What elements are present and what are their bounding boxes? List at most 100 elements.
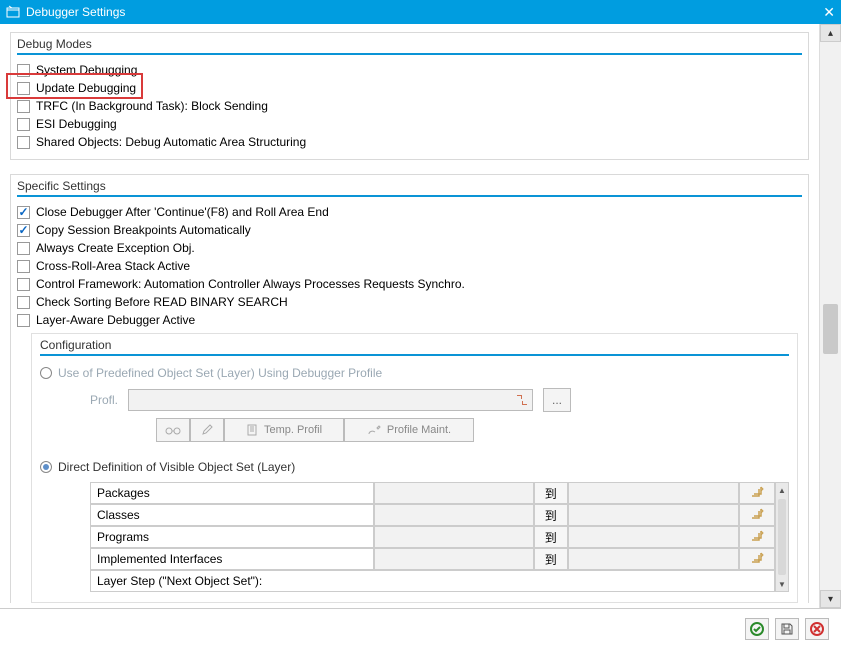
checkbox-label: System Debugging xyxy=(36,63,137,77)
checkbox-label: Shared Objects: Debug Automatic Area Str… xyxy=(36,135,306,149)
checkbox[interactable] xyxy=(17,260,30,273)
copy-breakpoints-row[interactable]: Copy Session Breakpoints Automatically xyxy=(17,221,802,239)
scroll-down-icon[interactable]: ▼ xyxy=(776,577,788,591)
outer-scrollbar[interactable]: ▴ ▾ xyxy=(819,24,841,608)
debug-modes-title: Debug Modes xyxy=(17,35,802,55)
cancel-button[interactable] xyxy=(805,618,829,640)
titlebar: Debugger Settings ✕ xyxy=(0,0,841,24)
to-label: 到 xyxy=(534,548,568,570)
checkbox-label: Always Create Exception Obj. xyxy=(36,241,195,255)
radio[interactable] xyxy=(40,367,52,379)
from-field[interactable] xyxy=(374,504,533,526)
row-label: Programs xyxy=(90,526,374,548)
profl-row: Profl. ... xyxy=(40,384,789,418)
scroll-up-icon[interactable]: ▴ xyxy=(820,24,841,42)
table-row: Packages 到 xyxy=(90,482,775,504)
temp-profil-button[interactable]: Temp. Profil xyxy=(224,418,344,442)
inner-scrollbar[interactable]: ▲ ▼ xyxy=(775,482,789,592)
scroll-thumb[interactable] xyxy=(778,499,786,575)
row-label: Layer Step ("Next Object Set"): xyxy=(90,570,775,592)
checkbox-label: Control Framework: Automation Controller… xyxy=(36,277,465,291)
to-field[interactable] xyxy=(568,482,739,504)
checkbox[interactable] xyxy=(17,314,30,327)
config-title: Configuration xyxy=(40,336,789,356)
to-label: 到 xyxy=(534,526,568,548)
checkbox[interactable] xyxy=(17,296,30,309)
trfc-row[interactable]: TRFC (In Background Task): Block Sending xyxy=(17,97,802,115)
multi-select-button[interactable] xyxy=(739,504,775,526)
from-field[interactable] xyxy=(374,482,533,504)
always-exception-row[interactable]: Always Create Exception Obj. xyxy=(17,239,802,257)
footer xyxy=(0,608,841,648)
close-debugger-row[interactable]: Close Debugger After 'Continue'(F8) and … xyxy=(17,203,802,221)
glasses-button[interactable] xyxy=(156,418,190,442)
checkbox[interactable] xyxy=(17,100,30,113)
scroll-thumb[interactable] xyxy=(823,304,838,354)
close-icon[interactable]: ✕ xyxy=(823,4,835,21)
checkbox[interactable] xyxy=(17,118,30,131)
direct-radio-row[interactable]: Direct Definition of Visible Object Set … xyxy=(40,456,789,478)
layer-table: Packages 到 Classes 到 Programs xyxy=(90,482,775,592)
control-framework-row[interactable]: Control Framework: Automation Controller… xyxy=(17,275,802,293)
configuration-panel: Configuration Use of Predefined Object S… xyxy=(31,333,798,603)
table-row: Classes 到 xyxy=(90,504,775,526)
checkbox-label: TRFC (In Background Task): Block Sending xyxy=(36,99,268,113)
checkbox-label: Close Debugger After 'Continue'(F8) and … xyxy=(36,205,329,219)
profl-buttons: Temp. Profil Profile Maint. xyxy=(40,418,789,442)
row-label: Implemented Interfaces xyxy=(90,548,374,570)
multi-select-button[interactable] xyxy=(739,526,775,548)
more-button[interactable]: ... xyxy=(543,388,571,412)
profl-input[interactable] xyxy=(128,389,533,411)
scroll-up-icon[interactable]: ▲ xyxy=(776,483,788,497)
checkbox[interactable] xyxy=(17,278,30,291)
to-field[interactable] xyxy=(568,504,739,526)
window-icon xyxy=(6,5,20,19)
radio-label: Use of Predefined Object Set (Layer) Usi… xyxy=(58,366,382,380)
row-label: Packages xyxy=(90,482,374,504)
window-title: Debugger Settings xyxy=(26,5,125,19)
save-button[interactable] xyxy=(775,618,799,640)
checkbox[interactable] xyxy=(17,64,30,77)
checkbox-label: Layer-Aware Debugger Active xyxy=(36,313,195,327)
checkbox[interactable] xyxy=(17,82,30,95)
layer-table-wrap: Packages 到 Classes 到 Programs xyxy=(40,482,789,592)
row-label: Classes xyxy=(90,504,374,526)
esi-debugging-row[interactable]: ESI Debugging xyxy=(17,115,802,133)
checkbox-label: ESI Debugging xyxy=(36,117,117,131)
cross-roll-row[interactable]: Cross-Roll-Area Stack Active xyxy=(17,257,802,275)
radio-label: Direct Definition of Visible Object Set … xyxy=(58,460,295,474)
checkbox[interactable] xyxy=(17,242,30,255)
pencil-button[interactable] xyxy=(190,418,224,442)
checkbox-label: Check Sorting Before READ BINARY SEARCH xyxy=(36,295,288,309)
system-debugging-row[interactable]: System Debugging xyxy=(17,61,802,79)
to-label: 到 xyxy=(534,482,568,504)
specific-settings-panel: Specific Settings Close Debugger After '… xyxy=(10,174,809,603)
multi-select-button[interactable] xyxy=(739,482,775,504)
layer-aware-row[interactable]: Layer-Aware Debugger Active xyxy=(17,311,802,329)
main-content: Debug Modes System Debugging Update Debu… xyxy=(0,24,819,608)
to-label: 到 xyxy=(534,504,568,526)
scroll-down-icon[interactable]: ▾ xyxy=(820,590,841,608)
from-field[interactable] xyxy=(374,526,533,548)
table-row: Implemented Interfaces 到 xyxy=(90,548,775,570)
ok-button[interactable] xyxy=(745,618,769,640)
checkbox-label: Update Debugging xyxy=(36,81,136,95)
check-sorting-row[interactable]: Check Sorting Before READ BINARY SEARCH xyxy=(17,293,802,311)
to-field[interactable] xyxy=(568,526,739,548)
checkbox-label: Copy Session Breakpoints Automatically xyxy=(36,223,251,237)
checkbox[interactable] xyxy=(17,206,30,219)
shared-objects-row[interactable]: Shared Objects: Debug Automatic Area Str… xyxy=(17,133,802,151)
checkbox[interactable] xyxy=(17,136,30,149)
from-field[interactable] xyxy=(374,548,533,570)
search-help-icon[interactable] xyxy=(515,393,529,407)
radio[interactable] xyxy=(40,461,52,473)
update-debugging-row[interactable]: Update Debugging xyxy=(17,79,802,97)
table-row: Programs 到 xyxy=(90,526,775,548)
specific-title: Specific Settings xyxy=(17,177,802,197)
checkbox[interactable] xyxy=(17,224,30,237)
profile-maint-button[interactable]: Profile Maint. xyxy=(344,418,474,442)
predefined-radio-row[interactable]: Use of Predefined Object Set (Layer) Usi… xyxy=(40,362,789,384)
multi-select-button[interactable] xyxy=(739,548,775,570)
profl-label: Profl. xyxy=(90,393,118,407)
to-field[interactable] xyxy=(568,548,739,570)
